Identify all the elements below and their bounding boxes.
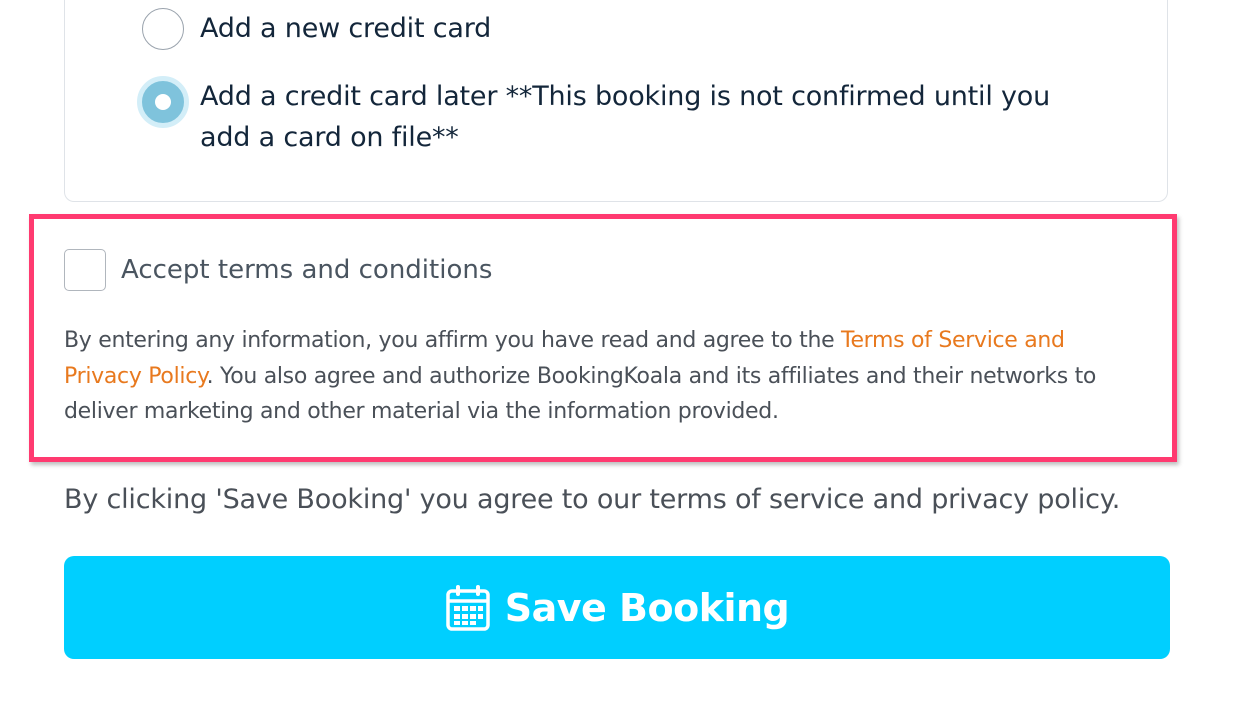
terms-text-before-link: By entering any information, you affirm … [64, 328, 842, 353]
save-booking-label[interactable]: Save Booking [505, 586, 790, 630]
radio-credit-card-later-label[interactable]: Add a credit card later **This booking i… [200, 76, 1080, 158]
calendar-icon [445, 584, 490, 631]
option-credit-card-later[interactable]: Add a credit card later **This booking i… [137, 76, 1080, 158]
radio-new-credit-card[interactable] [142, 8, 184, 50]
save-booking-button[interactable]: Save Booking [64, 556, 1170, 659]
radio-new-credit-card-label[interactable]: Add a new credit card [200, 8, 491, 49]
accept-terms-row[interactable]: Accept terms and conditions [64, 249, 492, 291]
booking-form-section: Add a new credit card Add a credit card … [0, 0, 1246, 724]
accept-terms-label[interactable]: Accept terms and conditions [121, 255, 492, 285]
terms-disclaimer: By entering any information, you affirm … [64, 323, 1144, 430]
save-booking-agreement-note: By clicking 'Save Booking' you agree to … [64, 484, 1121, 515]
radio-credit-card-later[interactable] [137, 76, 189, 128]
option-new-credit-card[interactable]: Add a new credit card [142, 8, 491, 50]
accept-terms-checkbox[interactable] [64, 249, 106, 291]
terms-text-after-link: . You also agree and authorize BookingKo… [64, 363, 1097, 425]
